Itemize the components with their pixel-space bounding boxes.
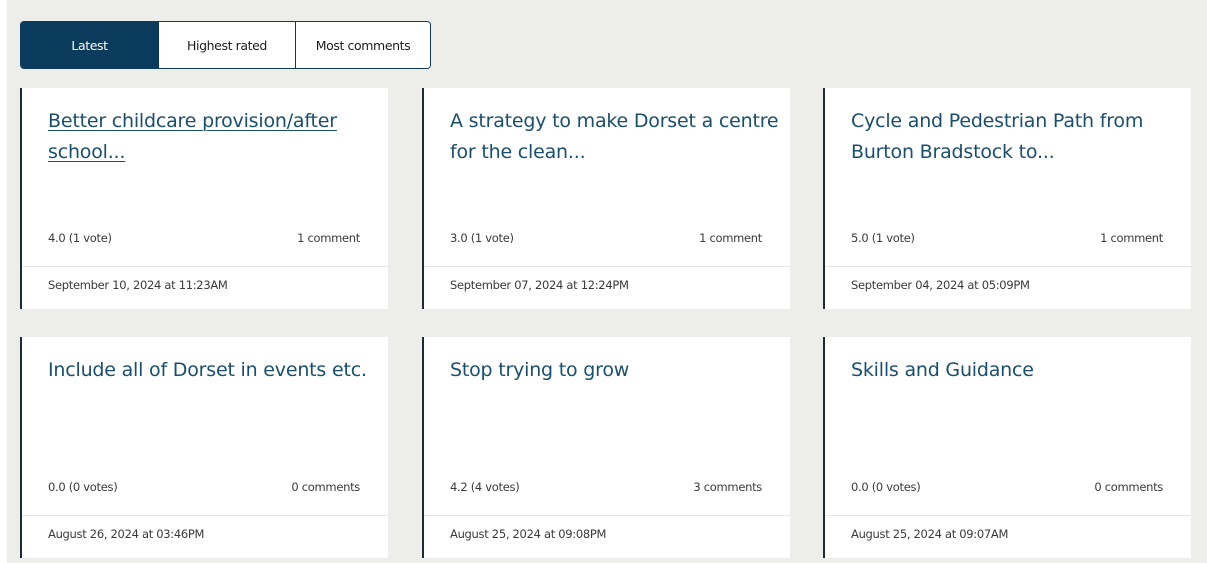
idea-title-link[interactable]: Better childcare provision/after school.… [48, 106, 378, 168]
idea-comment-count: 1 comment [297, 231, 360, 245]
idea-comment-count: 3 comments [693, 480, 762, 494]
idea-date: September 07, 2024 at 12:24PM [450, 278, 629, 292]
idea-rating: 4.2 (4 votes) [450, 480, 520, 494]
idea-date: September 04, 2024 at 05:09PM [851, 278, 1030, 292]
idea-rating: 3.0 (1 vote) [450, 231, 514, 245]
idea-meta: 0.0 (0 votes) 0 comments [48, 480, 360, 494]
idea-footer: September 07, 2024 at 12:24PM [424, 266, 790, 309]
tab-most-comments[interactable]: Most comments [295, 22, 430, 68]
idea-rating: 4.0 (1 vote) [48, 231, 112, 245]
idea-date: September 10, 2024 at 11:23AM [48, 278, 228, 292]
idea-title-link[interactable]: Cycle and Pedestrian Path from Burton Br… [851, 106, 1181, 168]
idea-footer: August 25, 2024 at 09:07AM [825, 515, 1191, 558]
idea-title-link[interactable]: A strategy to make Dorset a centre for t… [450, 106, 780, 168]
idea-meta: 4.0 (1 vote) 1 comment [48, 231, 360, 245]
idea-title-link[interactable]: Include all of Dorset in events etc. [48, 355, 378, 386]
idea-card: Stop trying to grow 4.2 (4 votes) 3 comm… [422, 337, 790, 558]
idea-title-link[interactable]: Skills and Guidance [851, 355, 1181, 386]
idea-card: Include all of Dorset in events etc. 0.0… [20, 337, 388, 558]
idea-card: A strategy to make Dorset a centre for t… [422, 88, 790, 309]
idea-rating: 0.0 (0 votes) [851, 480, 921, 494]
idea-rating: 0.0 (0 votes) [48, 480, 118, 494]
idea-meta: 5.0 (1 vote) 1 comment [851, 231, 1163, 245]
idea-footer: September 10, 2024 at 11:23AM [22, 266, 388, 309]
idea-rating: 5.0 (1 vote) [851, 231, 915, 245]
idea-footer: September 04, 2024 at 05:09PM [825, 266, 1191, 309]
idea-date: August 25, 2024 at 09:07AM [851, 527, 1009, 541]
sort-tabs: Latest Highest rated Most comments [20, 21, 431, 69]
idea-footer: August 26, 2024 at 03:46PM [22, 515, 388, 558]
idea-comment-count: 1 comment [699, 231, 762, 245]
idea-comment-count: 0 comments [291, 480, 360, 494]
idea-meta: 3.0 (1 vote) 1 comment [450, 231, 762, 245]
idea-comment-count: 0 comments [1094, 480, 1163, 494]
tab-latest[interactable]: Latest [21, 22, 158, 68]
page-edge [0, 0, 7, 563]
tab-highest-rated[interactable]: Highest rated [158, 22, 295, 68]
idea-meta: 4.2 (4 votes) 3 comments [450, 480, 762, 494]
idea-card: Skills and Guidance 0.0 (0 votes) 0 comm… [823, 337, 1191, 558]
idea-date: August 25, 2024 at 09:08PM [450, 527, 607, 541]
idea-card: Cycle and Pedestrian Path from Burton Br… [823, 88, 1191, 309]
idea-comment-count: 1 comment [1100, 231, 1163, 245]
idea-meta: 0.0 (0 votes) 0 comments [851, 480, 1163, 494]
idea-date: August 26, 2024 at 03:46PM [48, 527, 205, 541]
idea-title-link[interactable]: Stop trying to grow [450, 355, 780, 386]
idea-card: Better childcare provision/after school.… [20, 88, 388, 309]
idea-footer: August 25, 2024 at 09:08PM [424, 515, 790, 558]
page: Latest Highest rated Most comments Bette… [0, 0, 1207, 563]
